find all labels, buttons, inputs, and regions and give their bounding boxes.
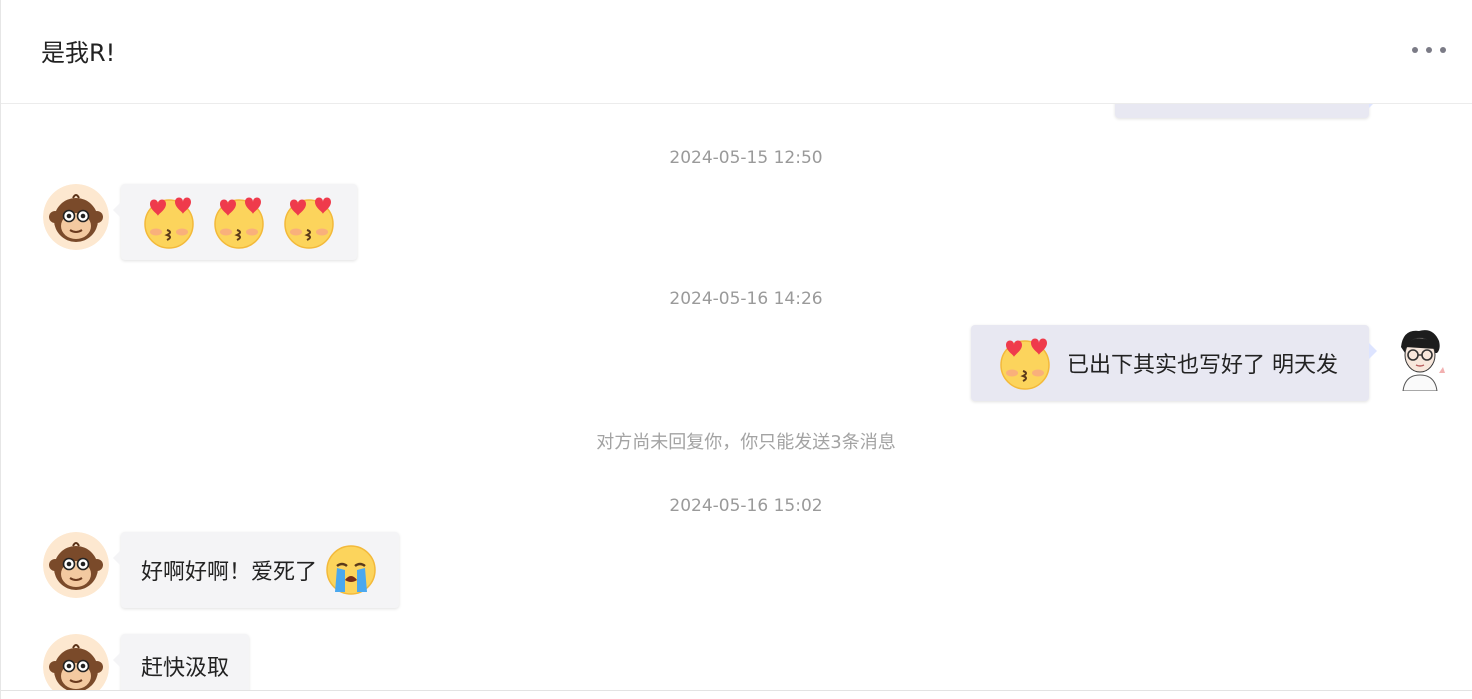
crying-emoji-icon [323,542,379,598]
contact-avatar[interactable] [43,532,109,598]
user-avatar[interactable] [1389,325,1455,391]
message-list[interactable]: 2024-05-15 12:50 2024-05-16 14:26 已出下其实也… [1,104,1472,690]
message-bubble-incoming[interactable]: 好啊好啊！爱死了 [112,532,400,608]
message-bubble-previous [1115,104,1377,118]
message-bubble-incoming[interactable] [113,184,357,260]
message-text: 好啊好啊！爱死了 [141,560,318,585]
message-bubble-outgoing[interactable]: 已出下其实也写好了 明天发 [971,325,1377,401]
message-timestamp: 2024-05-16 14:26 [669,289,823,309]
system-notice: 对方尚未回复你，你只能发送3条消息 [596,432,896,453]
contact-avatar[interactable] [43,634,109,690]
heart-eyes-emoji-icon [281,194,337,250]
contact-avatar[interactable] [43,184,109,250]
chat-header: 是我R! [1,0,1472,104]
message-timestamp: 2024-05-16 15:02 [669,496,823,516]
heart-eyes-emoji-icon [211,194,267,250]
message-timestamp: 2024-05-15 12:50 [669,148,823,168]
more-options-icon[interactable] [1412,40,1446,60]
message-text: 已出下其实也写好了 明天发 [1067,353,1338,378]
input-divider [1,690,1472,691]
message-bubble-incoming[interactable]: 赶快汲取 [112,634,250,690]
chat-window: 是我R! 2024-05-15 12:50 2024-05-16 14:26 已… [0,0,1472,699]
chat-title: 是我R! [41,39,116,67]
heart-eyes-emoji-icon [997,335,1053,391]
message-text: 赶快汲取 [141,656,230,681]
heart-eyes-emoji-icon [141,194,197,250]
